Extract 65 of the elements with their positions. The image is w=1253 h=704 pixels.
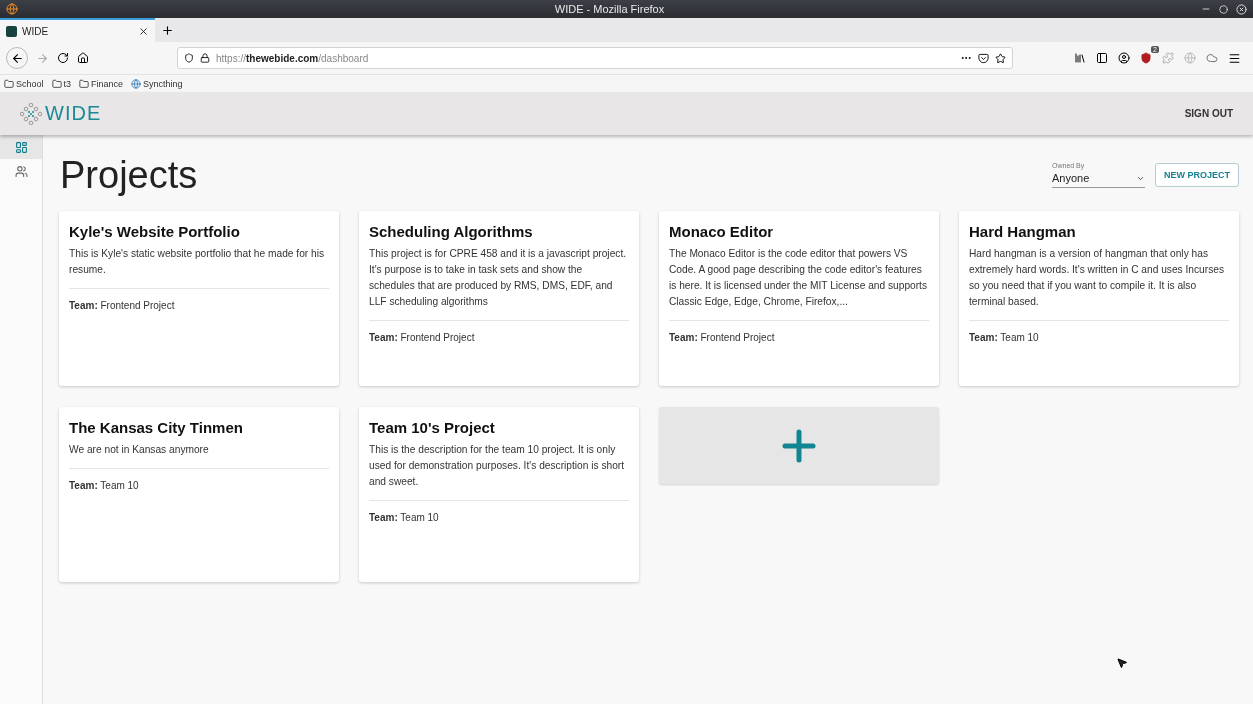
pocket-icon[interactable] bbox=[978, 52, 989, 64]
account-icon[interactable] bbox=[1118, 52, 1130, 64]
menu-icon[interactable] bbox=[1228, 51, 1241, 65]
project-description: We are not in Kansas anymore bbox=[69, 442, 329, 469]
people-icon bbox=[14, 164, 28, 178]
project-title: Team 10's Project bbox=[369, 419, 496, 436]
favicon-icon bbox=[6, 25, 17, 37]
address-bar[interactable]: https://thewebide.com/dashboard bbox=[177, 47, 1013, 69]
project-title: Monaco Editor bbox=[669, 223, 775, 240]
cloud-icon[interactable] bbox=[1206, 52, 1218, 64]
close-icon[interactable] bbox=[138, 25, 149, 37]
sign-out-link[interactable]: SIGN OUT bbox=[1184, 108, 1233, 119]
folder-icon bbox=[4, 78, 14, 89]
project-card[interactable]: Kyle's Website Portfolio This is Kyle's static website portfolio that he made for his resume. Team: Frontend Project bbox=[59, 211, 339, 386]
browser-logo-icon bbox=[6, 3, 18, 15]
project-card[interactable]: The Kansas City Tinmen We are not in Kansas anymore Team: Team 10 bbox=[59, 407, 339, 582]
team-label: Team: Team 10 bbox=[69, 479, 140, 491]
project-card[interactable] bbox=[659, 211, 939, 386]
new-project-button[interactable]: NEW PROJECT bbox=[1155, 163, 1239, 187]
project-description: Hard hangman is a version of hangman that only has extremely hard words. It's written in C and uses Incurses so you need that if you want to compile it. It is also terminal based. bbox=[969, 246, 1229, 321]
project-description: This is Kyle's static website portfolio that he made for his resume. bbox=[69, 246, 329, 289]
library-icon[interactable] bbox=[1074, 52, 1086, 64]
reload-icon[interactable] bbox=[57, 52, 69, 64]
globe-icon bbox=[131, 78, 142, 89]
project-title: Scheduling Algorithms bbox=[369, 223, 534, 240]
project-description: This is the description for the team 10 project. It is only used for demonstration purposes. It's description is short and sweet. bbox=[369, 442, 629, 501]
close-icon[interactable] bbox=[1236, 3, 1247, 15]
sidebar-toggle-icon[interactable] bbox=[1096, 52, 1108, 64]
folder-icon bbox=[51, 78, 62, 89]
back-arrow-icon bbox=[10, 51, 24, 65]
project-card[interactable] bbox=[359, 211, 639, 386]
new-tab-icon[interactable] bbox=[161, 23, 174, 37]
tab-title: WIDE bbox=[22, 25, 50, 37]
bookmark-link[interactable]: Syncthing bbox=[131, 78, 183, 89]
team-label: Team: Team 10 bbox=[369, 511, 440, 523]
dots-logo-icon bbox=[20, 102, 42, 125]
project-description: This project is for CPRE 458 and it is a javascript project. It's purpose is to take in task sets and show the schedules that are produced by RMS, DMS, EDF, and LLF scheduling algorithms bbox=[369, 246, 629, 321]
project-card[interactable]: Team 10's Project This is the description for the team 10 project. It is only used for demonstration purposes. It's description is short and sweet. Team: Team 10 bbox=[359, 407, 639, 582]
team-label: Team: Frontend Project bbox=[69, 299, 176, 311]
home-icon[interactable] bbox=[77, 52, 89, 64]
star-icon[interactable] bbox=[995, 52, 1006, 64]
project-title: Kyle's Website Portfolio bbox=[69, 223, 241, 240]
maximize-icon[interactable] bbox=[1219, 4, 1228, 14]
bookmark-link[interactable]: Finance bbox=[79, 78, 124, 89]
window-title: WIDE - Mozilla Firefox bbox=[553, 3, 666, 15]
bookmark-link[interactable]: t3 bbox=[51, 78, 72, 89]
project-title: The Kansas City Tinmen bbox=[69, 419, 244, 436]
shield-icon[interactable] bbox=[1140, 52, 1152, 64]
team-label: Team: Frontend Project bbox=[369, 331, 476, 343]
bookmark-link[interactable]: School bbox=[4, 78, 44, 89]
folder-icon bbox=[79, 78, 90, 89]
browser-tab[interactable]: WIDE bbox=[0, 18, 155, 42]
team-label: Team: Frontend Project bbox=[669, 331, 776, 343]
cursor-icon bbox=[1116, 657, 1128, 669]
project-title: Hard Hangman bbox=[969, 223, 1077, 240]
project-card[interactable] bbox=[959, 211, 1239, 386]
app-logo: WIDE bbox=[20, 102, 102, 125]
lock-icon bbox=[200, 53, 210, 63]
shield-icon bbox=[184, 53, 194, 63]
url-text: https://thewebide.com/dashboard bbox=[216, 52, 370, 64]
project-description: The Monaco Editor is the code editor that powers VS Code. A good page describing the code editor's features is here. It is licensed under the MIT License and supports Classic Edge, Edge, Chrome, Firefox,... bbox=[669, 246, 929, 321]
dashboard-icon bbox=[14, 140, 28, 154]
sidebar-item[interactable] bbox=[0, 135, 42, 159]
team-label: Team: Team 10 bbox=[969, 331, 1040, 343]
page-title: Projects bbox=[60, 153, 198, 197]
